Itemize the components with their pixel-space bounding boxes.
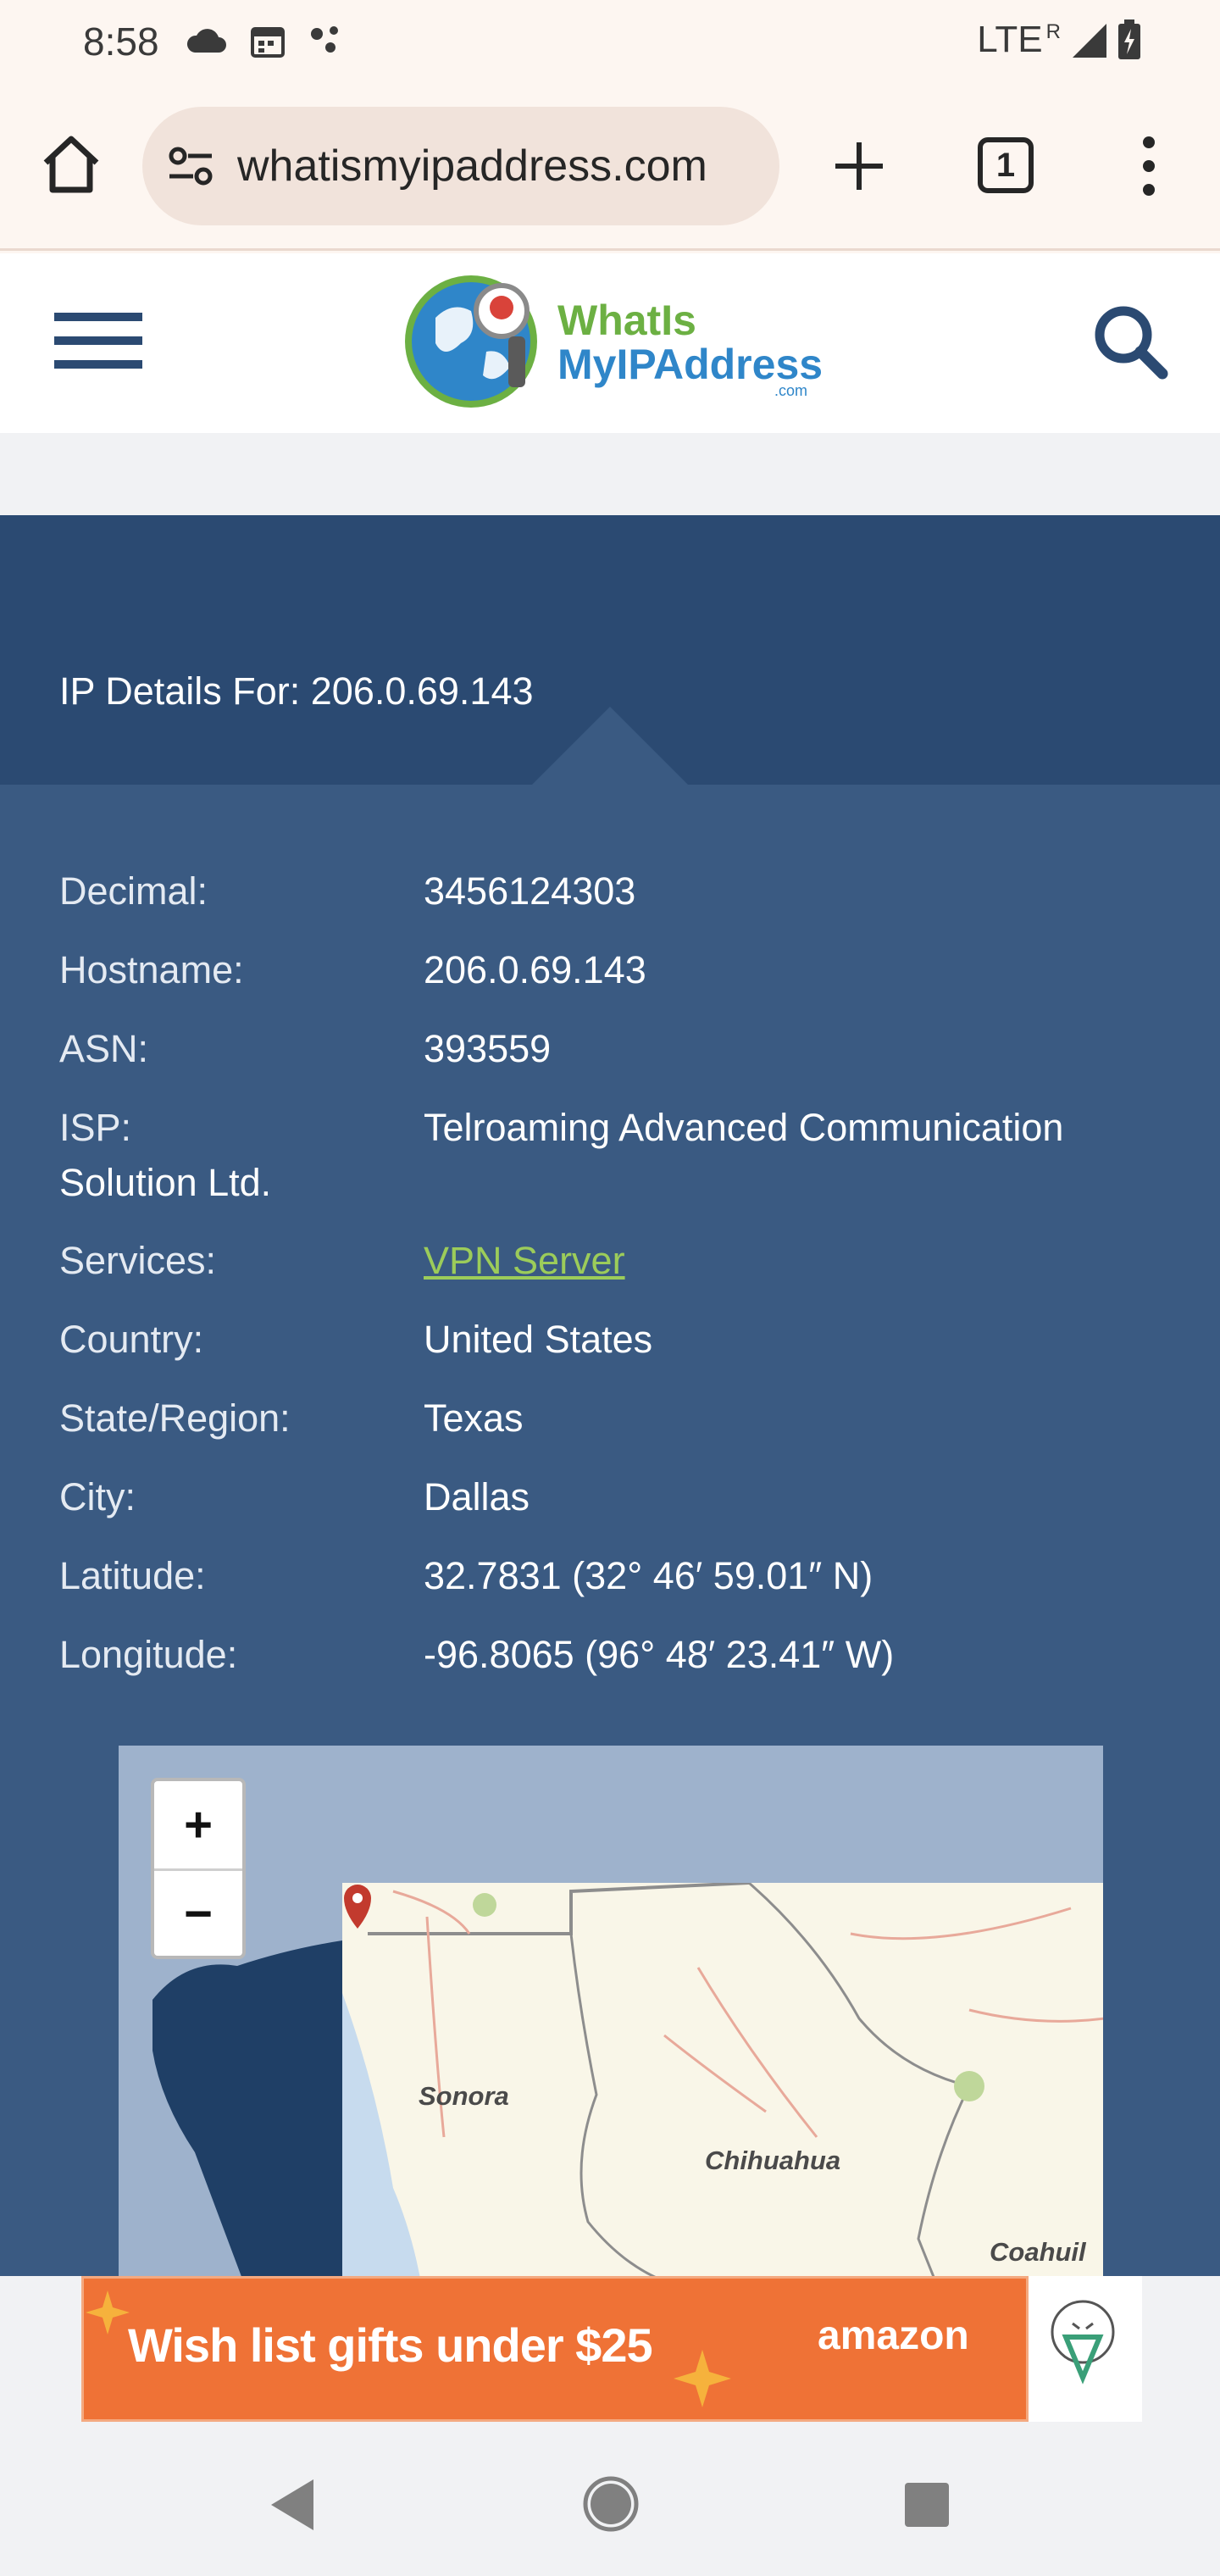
hamburger-menu-icon[interactable] [54, 308, 142, 375]
ip-details-header: IP Details For: 206.0.69.143 [0, 515, 1220, 785]
zoom-out-button[interactable]: − [154, 1868, 242, 1956]
detail-label: Decimal: [59, 869, 208, 913]
site-header: WhatIs MyIPAddress .com [0, 253, 1220, 433]
assistant-dots-icon [311, 26, 338, 53]
ad-network-logo-icon [1051, 2300, 1115, 2384]
logo-line1: WhatIs [557, 297, 696, 344]
signal-icon [1073, 24, 1106, 58]
ip-details-title: IP Details For: 206.0.69.143 [59, 669, 534, 713]
home-nav-icon[interactable] [581, 2474, 640, 2534]
notification-icons [185, 22, 346, 59]
map-label-chihuahua: Chihuahua [705, 2146, 841, 2175]
detail-label: City: [59, 1475, 136, 1518]
detail-value: 3456124303 [424, 869, 636, 913]
detail-label: ASN: [59, 1027, 149, 1070]
detail-label: State/Region: [59, 1396, 291, 1440]
detail-value: 206.0.69.143 [424, 948, 646, 991]
ad-headline[interactable]: Wish list gifts under $25 [128, 2318, 653, 2373]
detail-value: 32.7831 (32° 46′ 59.01″ N) [424, 1554, 873, 1597]
ad-brand[interactable]: amazon [818, 2312, 969, 2359]
map-detail-tile: Sonora Chihuahua Coahuil [342, 1883, 1103, 2288]
address-bar[interactable]: whatismyipaddress.com [142, 107, 779, 225]
tab-switcher-button[interactable]: 1 [978, 137, 1034, 193]
detail-value: United States [424, 1318, 653, 1361]
detail-label: ISP: [59, 1106, 132, 1149]
home-icon[interactable] [37, 130, 105, 198]
new-tab-icon[interactable] [829, 132, 890, 200]
detail-value: 393559 [424, 1027, 552, 1070]
detail-label: Latitude: [59, 1554, 206, 1597]
status-time: 8:58 [83, 19, 159, 64]
header-pointer [532, 707, 688, 785]
status-bar: 8:58 LTE R [0, 0, 1220, 85]
spacer-strip [0, 433, 1220, 515]
detail-label: Longitude: [59, 1633, 238, 1676]
url-text[interactable]: whatismyipaddress.com [237, 141, 707, 192]
detail-value: Dallas [424, 1475, 530, 1518]
zoom-controls: + − [151, 1778, 246, 1959]
browser-toolbar: whatismyipaddress.com 1 [0, 85, 1220, 251]
battery-charging-icon [1118, 19, 1140, 59]
more-options-icon[interactable] [1123, 134, 1174, 198]
cloud-icon [186, 29, 226, 53]
logo-domain: .com [774, 382, 807, 399]
site-logo[interactable]: WhatIs MyIPAddress .com [402, 267, 825, 416]
roaming-indicator: R [1045, 20, 1061, 44]
ad-network-badge[interactable] [1029, 2276, 1142, 2422]
map-label-coahuila: Coahuil [990, 2237, 1086, 2267]
back-icon[interactable] [263, 2474, 322, 2535]
site-settings-icon[interactable] [166, 142, 215, 191]
zoom-in-button[interactable]: + [154, 1781, 242, 1868]
network-label: LTE [977, 19, 1043, 60]
detail-value: Texas [424, 1396, 524, 1440]
detail-value: -96.8065 (96° 48′ 23.41″ W) [424, 1633, 895, 1676]
detail-value: Telroaming Advanced Communication [424, 1106, 1064, 1149]
logo-line2: MyIPAddress [557, 341, 823, 388]
system-nav-bar [0, 2434, 1220, 2576]
isp-continuation: Solution Ltd. [59, 1161, 272, 1204]
status-right: LTE R [977, 19, 1142, 61]
search-icon[interactable] [1091, 303, 1169, 380]
detail-label: Services: [59, 1239, 217, 1282]
map-label-sonora: Sonora [419, 2081, 509, 2111]
network-type: LTE R [977, 19, 1061, 61]
location-map[interactable]: Sonora Chihuahua Coahuil + − [119, 1746, 1103, 2288]
location-pin-icon[interactable] [342, 1883, 373, 1930]
vpn-server-link[interactable]: VPN Server [424, 1239, 625, 1283]
detail-label: Hostname: [59, 948, 244, 991]
ad-banner[interactable]: Wish list gifts under $25 amazon [81, 2276, 1111, 2422]
calendar-icon [251, 27, 285, 58]
recents-icon[interactable] [903, 2481, 951, 2529]
detail-label: Country: [59, 1318, 204, 1361]
ad-container: Wish list gifts under $25 amazon [0, 2276, 1220, 2434]
